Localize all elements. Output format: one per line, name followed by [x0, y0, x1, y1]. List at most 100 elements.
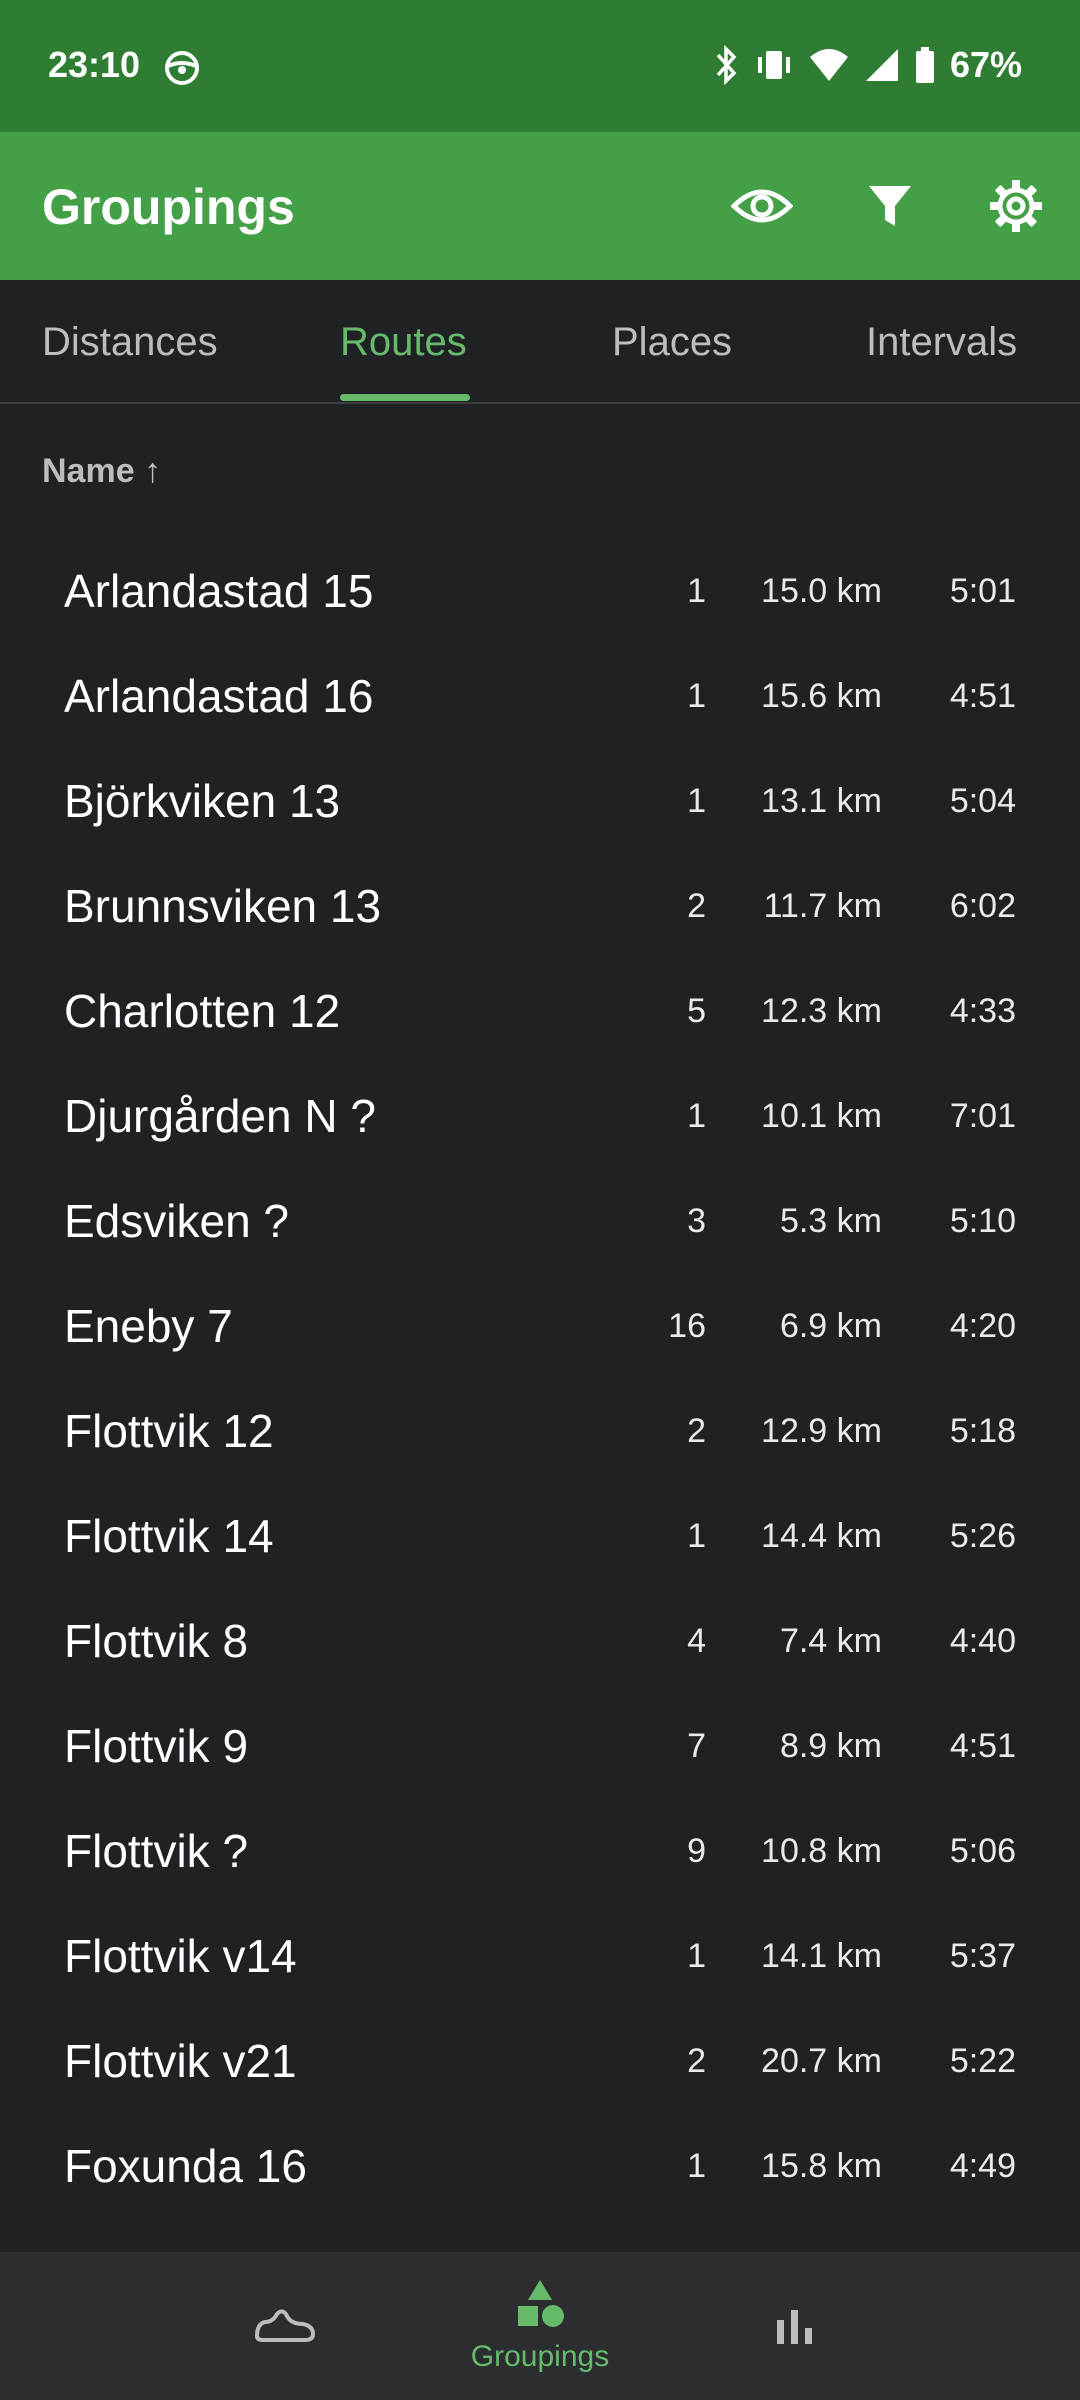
- route-distance: 6.9 km: [779, 1307, 882, 1345]
- route-name: Flottvik ?: [64, 1825, 249, 1877]
- route-distance: 8.9 km: [779, 1727, 882, 1765]
- route-name: Flottvik 14: [64, 1510, 274, 1562]
- route-count: 1: [687, 1097, 706, 1135]
- route-distance: 12.3 km: [761, 992, 882, 1030]
- list-item[interactable]: Flottvik 12 2 12.9 km 5:18: [0, 1380, 1080, 1485]
- route-distance: 7.4 km: [779, 1622, 882, 1660]
- list-item[interactable]: Flottvik v21 2 20.7 km 5:22: [0, 2010, 1080, 2115]
- route-name: Flottvik 12: [64, 1405, 274, 1457]
- list-item[interactable]: Flottvik 14 1 14.4 km 5:26: [0, 1485, 1080, 1590]
- status-time: 23:10: [48, 44, 141, 85]
- status-bar: 23:10 67%: [0, 0, 1080, 132]
- battery-percent: 67%: [949, 44, 1022, 85]
- list-item[interactable]: Charlotten 12 5 12.3 km 4:33: [0, 960, 1080, 1065]
- route-pace: 5:01: [949, 572, 1016, 610]
- list-item[interactable]: Flottvik 9 7 8.9 km 4:51: [0, 1695, 1080, 1800]
- list-item[interactable]: Björkviken 13 1 13.1 km 5:04: [0, 750, 1080, 855]
- route-pace: 7:01: [949, 1097, 1016, 1135]
- eye-icon: [731, 189, 793, 223]
- nav-activities[interactable]: [230, 2252, 340, 2400]
- filter-button[interactable]: [856, 172, 924, 240]
- route-count: 1: [687, 2147, 706, 2185]
- status-icons: 67%: [712, 40, 1022, 90]
- sort-by-name-header[interactable]: Name ↑: [42, 452, 161, 491]
- route-distance: 15.8 km: [761, 2147, 882, 2185]
- shoe-icon: [255, 2309, 315, 2342]
- route-name: Charlotten 12: [64, 985, 341, 1037]
- route-name: Arlandastad 16: [64, 670, 374, 722]
- tab-bar: Distances Routes Places Intervals: [0, 280, 1080, 404]
- nav-groupings[interactable]: Groupings: [440, 2252, 640, 2400]
- list-item[interactable]: Arlandastad 16 1 15.6 km 4:51: [0, 645, 1080, 750]
- route-distance: 14.4 km: [761, 1517, 882, 1555]
- route-count: 16: [668, 1307, 706, 1345]
- route-name: Björkviken 13: [64, 775, 341, 827]
- list-item[interactable]: Edsviken ? 3 5.3 km 5:10: [0, 1170, 1080, 1275]
- route-pace: 5:26: [949, 1517, 1016, 1555]
- visibility-button[interactable]: [728, 172, 796, 240]
- route-pace: 5:04: [949, 782, 1016, 820]
- route-count: 1: [687, 572, 706, 610]
- route-name: Flottvik 9: [64, 1720, 249, 1772]
- tab-routes[interactable]: Routes: [340, 320, 467, 365]
- list-item[interactable]: Arlandastad 15 1 15.0 km 5:01: [0, 540, 1080, 645]
- route-distance: 13.1 km: [761, 782, 882, 820]
- nav-groupings-label: Groupings: [470, 2340, 610, 2373]
- tab-intervals[interactable]: Intervals: [866, 320, 1017, 365]
- page-title: Groupings: [42, 179, 295, 235]
- route-count: 1: [687, 677, 706, 715]
- route-pace: 6:02: [949, 887, 1016, 925]
- route-pace: 5:10: [949, 1202, 1016, 1240]
- route-distance: 5.3 km: [779, 1202, 882, 1240]
- filter-icon: [869, 186, 911, 226]
- bottom-navigation: Groupings: [0, 2252, 1080, 2400]
- route-count: 1: [687, 1937, 706, 1975]
- bluetooth-icon: [712, 45, 740, 85]
- list-item[interactable]: Flottvik ? 9 10.8 km 5:06: [0, 1800, 1080, 1905]
- route-pace: 4:40: [949, 1622, 1016, 1660]
- routes-list: Arlandastad 15 1 15.0 km 5:01 Arlandastad 1…: [0, 540, 1080, 2220]
- route-pace: 4:51: [949, 1727, 1016, 1765]
- route-count: 9: [687, 1832, 706, 1870]
- list-item[interactable]: Flottvik 8 4 7.4 km 4:40: [0, 1590, 1080, 1695]
- route-name: Foxunda 16: [64, 2140, 307, 2192]
- route-name: Brunnsviken 13: [64, 880, 382, 932]
- route-pace: 5:37: [949, 1937, 1016, 1975]
- nav-statistics[interactable]: [740, 2252, 850, 2400]
- route-pace: 4:33: [949, 992, 1016, 1030]
- route-count: 1: [687, 1517, 706, 1555]
- tab-places[interactable]: Places: [612, 320, 732, 365]
- route-count: 5: [687, 992, 706, 1030]
- vibrate-icon: [754, 45, 794, 85]
- route-name: Flottvik v21: [64, 2035, 297, 2087]
- active-tab-indicator: [340, 394, 470, 401]
- route-pace: 4:20: [949, 1307, 1016, 1345]
- route-pace: 4:49: [949, 2147, 1016, 2185]
- route-count: 2: [687, 1412, 706, 1450]
- list-item[interactable]: Foxunda 16 1 15.8 km 4:49: [0, 2115, 1080, 2220]
- route-distance: 15.6 km: [761, 677, 882, 715]
- signal-icon: [864, 47, 900, 83]
- shapes-icon: [518, 2280, 564, 2327]
- list-item[interactable]: Djurgården N ? 1 10.1 km 7:01: [0, 1065, 1080, 1170]
- route-name: Flottvik 8: [64, 1615, 249, 1667]
- route-pace: 5:18: [949, 1412, 1016, 1450]
- settings-icon: [990, 180, 1042, 232]
- route-name: Edsviken ?: [64, 1195, 290, 1247]
- battery-icon: [914, 45, 936, 85]
- settings-button[interactable]: [982, 172, 1050, 240]
- route-distance: 10.1 km: [761, 1097, 882, 1135]
- route-count: 4: [687, 1622, 706, 1660]
- app-bar: Groupings: [0, 132, 1080, 280]
- list-item[interactable]: Flottvik v14 1 14.1 km 5:37: [0, 1905, 1080, 2010]
- list-item[interactable]: Brunnsviken 13 2 11.7 km 6:02: [0, 855, 1080, 960]
- route-pace: 4:51: [949, 677, 1016, 715]
- route-count: 2: [687, 2042, 706, 2080]
- route-name: Eneby 7: [64, 1300, 233, 1352]
- list-item[interactable]: Eneby 7 16 6.9 km 4:20: [0, 1275, 1080, 1380]
- route-pace: 5:22: [949, 2042, 1016, 2080]
- route-name: Arlandastad 15: [64, 565, 374, 617]
- route-count: 3: [687, 1202, 706, 1240]
- route-distance: 14.1 km: [761, 1937, 882, 1975]
- tab-distances[interactable]: Distances: [42, 320, 218, 365]
